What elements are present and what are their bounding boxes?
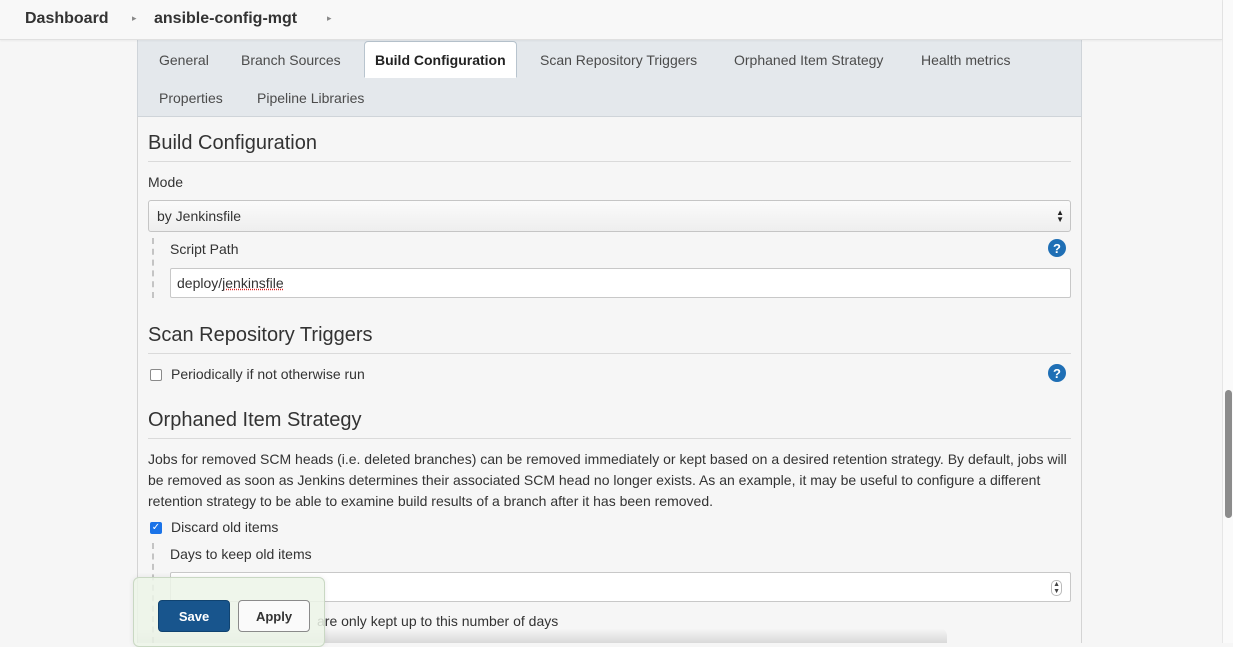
section-title-orphaned-item-strategy: Orphaned Item Strategy	[148, 409, 1071, 439]
discard-checkbox[interactable]: ✓	[150, 522, 162, 534]
tab-branch-sources[interactable]: Branch Sources	[241, 42, 341, 78]
discard-label[interactable]: Discard old items	[171, 519, 278, 535]
script-path-label: Script Path	[170, 241, 239, 257]
scrollbar-track[interactable]	[1222, 0, 1233, 643]
script-path-prefix: deploy/	[177, 275, 223, 291]
tab-orphaned-item-strategy[interactable]: Orphaned Item Strategy	[734, 42, 883, 78]
mode-select-value: by Jenkinsfile	[157, 208, 242, 224]
breadcrumb-item-project[interactable]: ansible-config-mgt	[154, 10, 297, 28]
save-button[interactable]: Save	[158, 600, 230, 632]
tab-scan-repository-triggers[interactable]: Scan Repository Triggers	[540, 42, 697, 78]
tab-build-configuration[interactable]: Build Configuration	[364, 41, 517, 78]
tab-general[interactable]: General	[159, 42, 209, 78]
help-icon[interactable]: ?	[1048, 364, 1066, 382]
select-arrows-icon: ▲ ▼	[1056, 208, 1064, 224]
orphaned-description: Jobs for removed SCM heads (i.e. deleted…	[148, 451, 1067, 509]
chevron-right-icon[interactable]: ▸	[132, 13, 137, 24]
number-spinner-icon[interactable]: ▲ ▼	[1051, 580, 1062, 596]
nested-indent-line	[152, 238, 154, 298]
chevron-right-icon[interactable]: ▸	[327, 13, 332, 24]
periodic-checkbox[interactable]	[150, 369, 162, 381]
script-path-word: jenkinsfile	[222, 275, 284, 291]
days-to-keep-help-text: are only kept up to this number of days	[317, 613, 559, 629]
mode-select[interactable]: by Jenkinsfile ▲ ▼	[148, 200, 1071, 232]
apply-button[interactable]: Apply	[238, 600, 310, 632]
scrollbar-thumb[interactable]	[1225, 390, 1232, 518]
breadcrumb: Dashboard ▸ ansible-config-mgt ▸	[0, 0, 1222, 40]
breadcrumb-item-dashboard[interactable]: Dashboard	[25, 10, 109, 28]
help-icon[interactable]: ?	[1048, 239, 1066, 257]
days-to-keep-label: Days to keep old items	[170, 546, 312, 562]
tab-health-metrics[interactable]: Health metrics	[921, 42, 1010, 78]
section-title-scan-repository-triggers: Scan Repository Triggers	[148, 324, 1071, 354]
tab-properties[interactable]: Properties	[159, 80, 223, 116]
section-title-build-configuration: Build Configuration	[148, 132, 1071, 162]
script-path-input[interactable]: deploy/jenkinsfile	[170, 268, 1071, 298]
periodic-label[interactable]: Periodically if not otherwise run	[171, 366, 365, 382]
tab-pipeline-libraries[interactable]: Pipeline Libraries	[257, 80, 364, 116]
mode-label: Mode	[148, 174, 184, 190]
